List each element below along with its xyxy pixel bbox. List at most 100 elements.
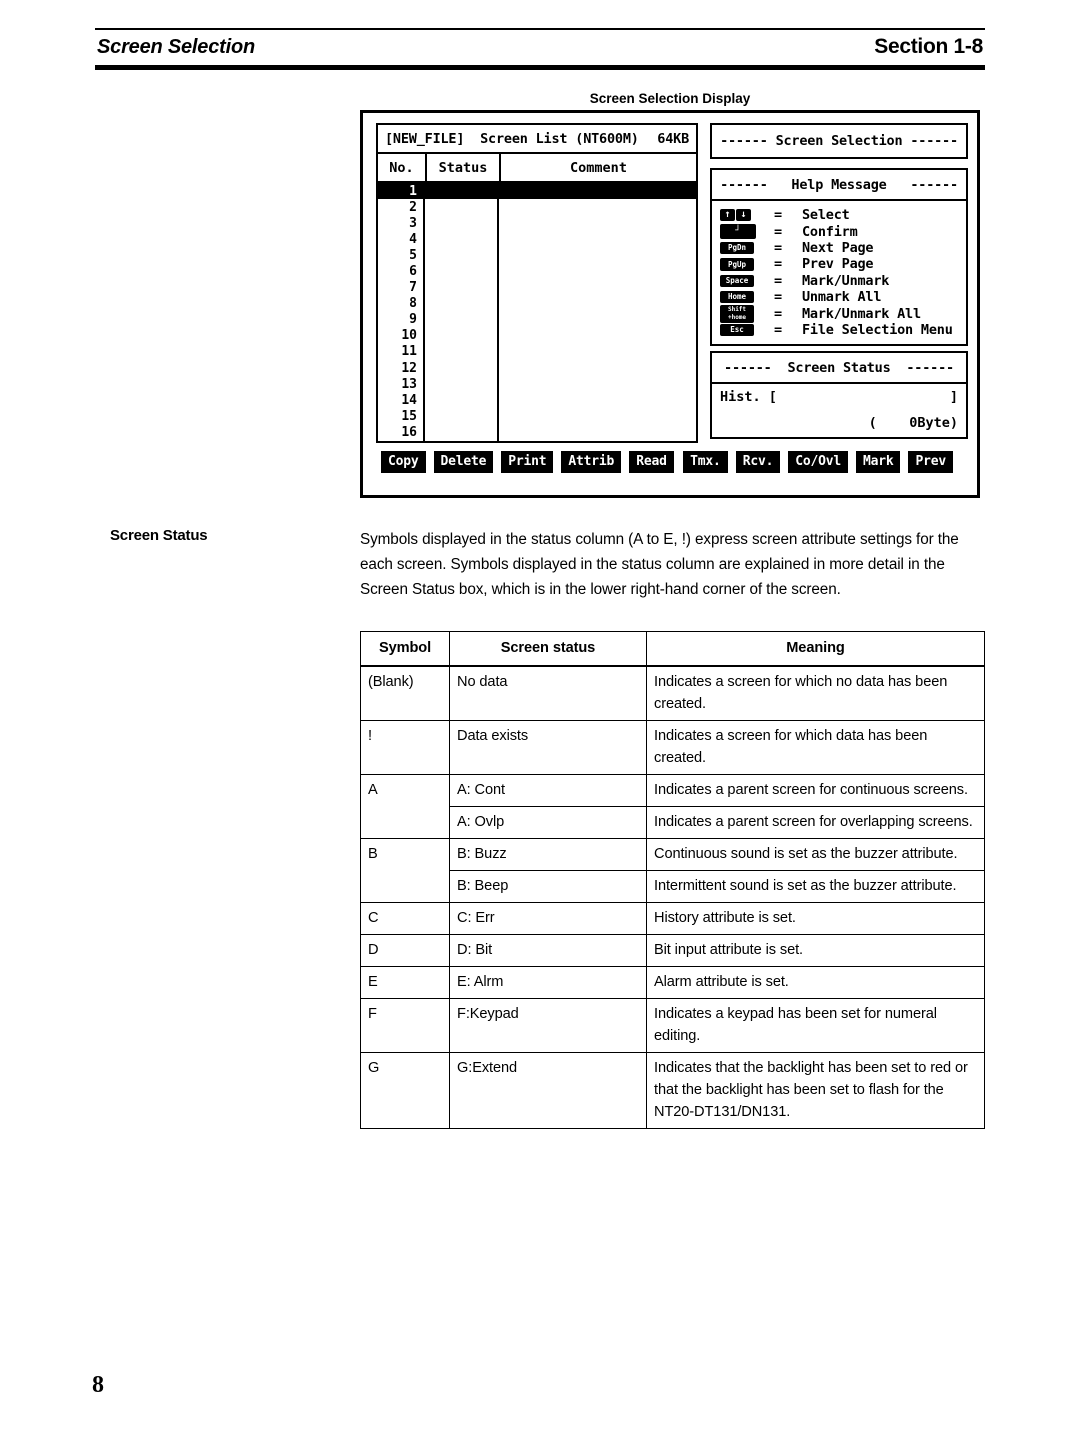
- function-key-attrib[interactable]: Attrib: [561, 451, 622, 473]
- function-key-prev[interactable]: Prev: [908, 451, 953, 473]
- function-key-delete[interactable]: Delete: [433, 451, 494, 473]
- function-key-rcv[interactable]: Rcv.: [735, 451, 781, 473]
- help-message-row: PgUp = Prev Page: [720, 256, 966, 272]
- screen-list-memory-size: 64KB: [657, 131, 689, 147]
- screen-list-row[interactable]: 2: [378, 199, 696, 215]
- help-key-cell: PgUp: [720, 258, 774, 271]
- screen-list-row[interactable]: 16: [378, 424, 696, 440]
- table-cell-symbol: (Blank): [360, 665, 450, 721]
- help-equals-sign: =: [774, 289, 783, 306]
- screen-list-row[interactable]: 11: [378, 344, 696, 360]
- function-key-co-ovl[interactable]: Co/Ovl: [788, 451, 848, 473]
- table-cell-symbol: F: [360, 998, 450, 1053]
- screen-list-row-number: 13: [401, 376, 417, 392]
- function-key-tmx[interactable]: Tmx.: [683, 451, 728, 473]
- help-action-label: Confirm: [802, 223, 858, 240]
- screen-list-row[interactable]: 5: [378, 247, 696, 263]
- table-row: B: Beep Intermittent sound is set as the …: [361, 870, 985, 903]
- help-equals-sign: =: [774, 321, 783, 338]
- body-side-label: Screen Status: [110, 527, 208, 544]
- help-message-row: Shift +home = Mark/Unmark All: [720, 304, 966, 323]
- screen-status-byte-count: ( 0Byte): [868, 415, 958, 431]
- table-row: (Blank) No data Indicates a screen for whi…: [360, 665, 985, 721]
- screen-list-row-number: 3: [409, 215, 417, 231]
- help-equals-sign: =: [774, 239, 783, 256]
- header-section-number: Section 1-8: [874, 35, 983, 58]
- table-cell-meaning: Intermittent sound is set as the buzzer …: [646, 870, 985, 903]
- table-cell-meaning: Indicates that the backlight has been se…: [646, 1052, 985, 1129]
- table-cell-screen-status: A: Ovlp: [449, 806, 647, 839]
- help-key-cell: Shift +home: [720, 304, 774, 323]
- screen-list-row[interactable]: 10: [378, 328, 696, 344]
- arrow-down-key-icon: ↓: [736, 209, 751, 222]
- screen-list-row[interactable]: 9: [378, 312, 696, 328]
- screen-list-row-number: 11: [401, 344, 417, 360]
- screen-list-row-number: 15: [401, 408, 417, 424]
- screen-list-file-label: [NEW_FILE] Screen List (NT600M): [385, 131, 639, 147]
- space-key-icon: Space: [720, 274, 754, 287]
- table-cell-meaning: Indicates a screen for which data has be…: [646, 720, 985, 775]
- table-cell-meaning: Indicates a keypad has been set for nume…: [646, 998, 985, 1053]
- table-cell-symbol: D: [360, 934, 450, 967]
- table-header-symbol: Symbol: [360, 631, 450, 667]
- table-header-status: Screen status: [449, 631, 647, 667]
- enter-key-icon: ┘: [720, 224, 756, 240]
- figure-caption: Screen Selection Display: [589, 91, 751, 106]
- screen-list-row[interactable]: 15: [378, 408, 696, 424]
- header-chapter-title: Screen Selection: [97, 36, 255, 58]
- screen-list-row[interactable]: 1: [378, 183, 696, 200]
- function-key-read[interactable]: Read: [629, 451, 674, 473]
- esc-key-icon: Esc: [720, 323, 754, 337]
- table-cell-screen-status: Data exists: [449, 720, 647, 775]
- screen-selection-title-box: ------ Screen Selection ------: [710, 123, 968, 159]
- function-key-mark[interactable]: Mark: [855, 451, 901, 473]
- screen-list-row[interactable]: 3: [378, 215, 696, 231]
- screen-list-row-number: 12: [401, 360, 417, 376]
- help-message-row: ┘ = Confirm: [720, 223, 966, 240]
- table-cell-meaning: History attribute is set.: [646, 902, 985, 935]
- help-message-rows: ↑ ↓ = Select ┘ = Confirm PgDn = Next Page PgUp = Pre…: [712, 201, 966, 344]
- help-message-row: Esc = File Selection Menu: [720, 322, 966, 338]
- table-cell-meaning: Indicates a screen for which no data has…: [646, 665, 985, 721]
- function-key-print[interactable]: Print: [501, 451, 554, 473]
- table-cell-screen-status: A: Cont: [449, 774, 647, 807]
- screen-status-title: ------ Screen Status ------: [712, 353, 966, 384]
- help-key-cell: Esc: [720, 323, 774, 337]
- screen-list-row[interactable]: 12: [378, 360, 696, 376]
- help-message-row: Home = Unmark All: [720, 289, 966, 305]
- screen-list-row[interactable]: 8: [378, 296, 696, 312]
- shift-home-key-icon: Shift +home: [720, 304, 754, 323]
- help-action-label: Unmark All: [802, 289, 882, 306]
- table-cell-meaning: Indicates a parent screen for overlappin…: [646, 806, 985, 839]
- function-key-copy[interactable]: Copy: [381, 451, 426, 473]
- help-action-label: File Selection Menu: [802, 321, 953, 338]
- help-message-row: ↑ ↓ = Select: [720, 207, 966, 223]
- screen-status-symbol-table: Symbol Screen status Meaning (Blank) No d…: [360, 631, 985, 1129]
- table-cell-screen-status: E: Alrm: [449, 966, 647, 999]
- screen-list-panel: [NEW_FILE] Screen List (NT600M) 64KB No.…: [376, 123, 698, 443]
- help-equals-sign: =: [774, 207, 783, 224]
- help-key-cell: Home: [720, 290, 774, 304]
- screen-list-row-number: 1: [378, 183, 423, 199]
- table-cell-screen-status: B: Buzz: [449, 838, 647, 871]
- help-action-label: Mark/Unmark: [802, 272, 890, 289]
- screen-list-row[interactable]: 4: [378, 231, 696, 247]
- help-equals-sign: =: [774, 256, 783, 273]
- table-cell-symbol: E: [360, 966, 450, 999]
- screen-list-row[interactable]: 14: [378, 392, 696, 408]
- help-action-label: Mark/Unmark All: [802, 305, 921, 322]
- screen-list-row[interactable]: 13: [378, 376, 696, 392]
- home-key-icon: Home: [720, 290, 754, 304]
- history-close-bracket: ]: [949, 389, 958, 405]
- arrow-up-key-icon: ↑: [720, 209, 735, 222]
- function-key-bar: Copy Delete Print Attrib Read Tmx. Rcv. Co/Ovl M…: [381, 451, 961, 473]
- table-cell-symbol: !: [360, 720, 450, 775]
- table-row: F F:Keypad Indicates a keypad has been set…: [360, 998, 985, 1053]
- help-action-label: Select: [802, 207, 850, 224]
- screen-list-row[interactable]: 6: [378, 263, 696, 279]
- screen-list-row[interactable]: 7: [378, 280, 696, 296]
- table-cell-screen-status: G:Extend: [449, 1052, 647, 1129]
- screen-list-row-number: 6: [409, 264, 417, 280]
- help-key-cell: Space: [720, 274, 774, 287]
- help-action-label: Prev Page: [802, 256, 874, 273]
